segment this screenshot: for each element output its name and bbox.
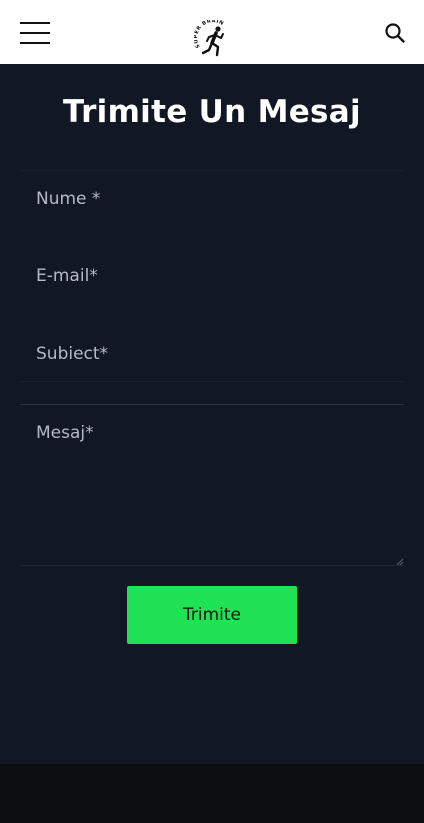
name-field[interactable] bbox=[20, 170, 404, 226]
submit-button[interactable]: Trimite bbox=[127, 586, 297, 644]
menu-bar bbox=[20, 32, 50, 34]
subject-field[interactable] bbox=[20, 326, 404, 382]
site-footer bbox=[0, 764, 424, 823]
page-title: Trimite Un Mesaj bbox=[63, 94, 361, 130]
site-header: SUPER BRAIN bbox=[0, 0, 424, 64]
contact-section: Trimite Un Mesaj Trimite bbox=[0, 64, 424, 764]
menu-bar bbox=[20, 42, 50, 44]
search-icon[interactable] bbox=[383, 21, 407, 45]
menu-bar bbox=[20, 22, 50, 24]
email-field[interactable] bbox=[20, 248, 404, 304]
message-field[interactable] bbox=[20, 404, 404, 566]
svg-text:SUPER BRAIN: SUPER BRAIN bbox=[194, 20, 225, 49]
resize-handle-icon[interactable] bbox=[396, 558, 404, 566]
hamburger-menu-icon[interactable] bbox=[20, 22, 50, 44]
site-logo[interactable]: SUPER BRAIN bbox=[194, 20, 232, 60]
